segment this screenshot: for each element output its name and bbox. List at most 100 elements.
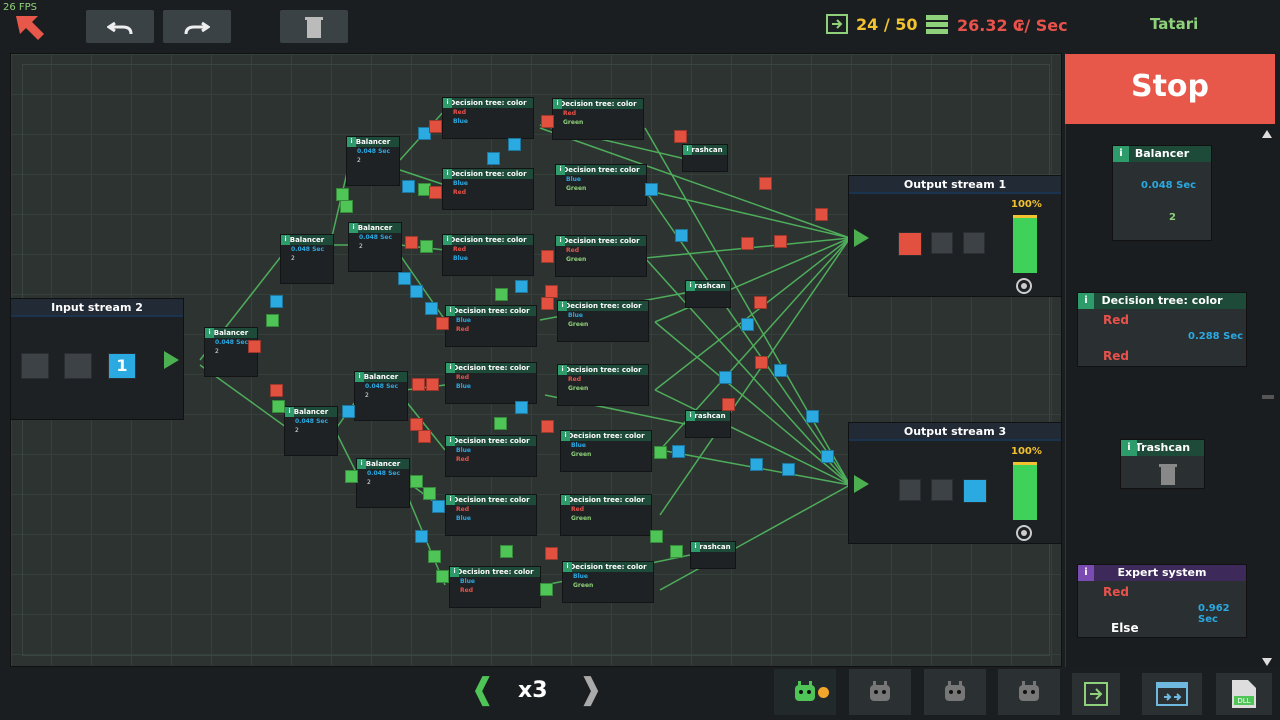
- output3-percent: 100%: [1011, 446, 1042, 457]
- speed-control: ❰ x3 ❱: [470, 672, 603, 712]
- data-cube: [412, 378, 425, 391]
- data-cube: [541, 297, 554, 310]
- data-cube: [675, 229, 688, 242]
- output1-play-icon[interactable]: [854, 229, 869, 247]
- speed-increase-button[interactable]: ❱: [578, 672, 603, 707]
- robot-tab-1[interactable]: [774, 669, 836, 715]
- palette-decision-tree[interactable]: i Decision tree: color Red 0.288 Sec Red: [1077, 292, 1247, 367]
- data-cube: [645, 183, 658, 196]
- balancer-title: Balancer: [213, 329, 249, 337]
- data-cube: [545, 547, 558, 560]
- decision-node[interactable]: i Decision tree: color Red Green: [560, 494, 652, 536]
- data-cube: [494, 417, 507, 430]
- output-stream-3-title: Output stream 3: [849, 423, 1061, 441]
- data-cube: [398, 272, 411, 285]
- trashcan-node[interactable]: i Trashcan: [685, 410, 731, 438]
- trashcan-node[interactable]: i Trashcan: [682, 144, 728, 172]
- data-cube: [432, 500, 445, 513]
- data-cube: [428, 550, 441, 563]
- data-cube: [508, 138, 521, 151]
- palette-balancer-speed: 0.048 Sec: [1141, 180, 1197, 191]
- speed-decrease-button[interactable]: ❰: [470, 672, 495, 707]
- decision-node[interactable]: i Decision tree: color Blue Green: [560, 430, 652, 472]
- dll-button[interactable]: DLL: [1216, 673, 1272, 715]
- output3-play-icon[interactable]: [854, 475, 869, 493]
- decision-node[interactable]: i Decision tree: color Red Green: [557, 364, 649, 406]
- input-slot-3: 1: [108, 353, 136, 379]
- decision-node[interactable]: i Decision tree: color Blue Green: [555, 164, 647, 206]
- data-cube: [750, 458, 763, 471]
- palette-trashcan[interactable]: i Trashcan: [1120, 439, 1205, 489]
- data-cube: [266, 314, 279, 327]
- data-cube: [755, 356, 768, 369]
- decision-node[interactable]: i Decision tree: color Blue Green: [562, 561, 654, 603]
- robot-icon: [870, 681, 890, 701]
- balancer-node[interactable]: i Balancer 0.048 Sec 2: [354, 371, 408, 421]
- robot-tab-2[interactable]: [849, 669, 911, 715]
- data-cube: [674, 130, 687, 143]
- data-cube: [541, 420, 554, 433]
- output-stream-1[interactable]: Output stream 1 100%: [848, 175, 1062, 297]
- decision-node[interactable]: i Decision tree: color Blue Green: [557, 300, 649, 342]
- palette-trashcan-title: Trashcan: [1134, 441, 1191, 454]
- data-cube: [402, 180, 415, 193]
- decision-node[interactable]: i Decision tree: color Blue Red: [442, 168, 534, 210]
- data-cube: [500, 545, 513, 558]
- decision-node[interactable]: i Decision tree: color Red Green: [555, 235, 647, 277]
- input-stream[interactable]: Input stream 2 1: [10, 298, 184, 420]
- data-cube: [345, 470, 358, 483]
- data-cube: [541, 115, 554, 128]
- data-cube: [487, 152, 500, 165]
- decision-node[interactable]: i Decision tree: color Red Blue: [445, 494, 537, 536]
- pipeline-icon: [1156, 682, 1188, 706]
- stop-button[interactable]: Stop: [1065, 54, 1275, 124]
- balancer-node[interactable]: i Balancer 0.048 Sec 2: [284, 406, 338, 456]
- balancer-node[interactable]: i Balancer 0.048 Sec 2: [346, 136, 400, 186]
- data-cube: [410, 475, 423, 488]
- decision-node[interactable]: i Decision tree: color Red Green: [552, 98, 644, 140]
- robot-tab-3[interactable]: [924, 669, 986, 715]
- robot-icon: [1019, 681, 1039, 701]
- decision-node[interactable]: i Decision tree: color Blue Red: [445, 305, 537, 347]
- palette-expert-opt1[interactable]: Red: [1103, 585, 1129, 599]
- data-cube: [340, 200, 353, 213]
- data-cube: [540, 583, 553, 596]
- palette-decision-opt2[interactable]: Red: [1103, 349, 1129, 363]
- data-cube: [248, 340, 261, 353]
- data-cube: [670, 545, 683, 558]
- decision-node[interactable]: i Decision tree: color Blue Red: [449, 566, 541, 608]
- pipeline-block-button[interactable]: [1142, 673, 1202, 715]
- trashcan-node[interactable]: i Trashcan: [690, 541, 736, 569]
- block-icon: [1084, 682, 1108, 706]
- data-cube: [270, 384, 283, 397]
- output-stream-3[interactable]: Output stream 3 100%: [848, 422, 1062, 544]
- data-cube: [495, 288, 508, 301]
- balancer-node[interactable]: i Balancer 0.048 Sec 2: [356, 458, 410, 508]
- data-cube: [405, 236, 418, 249]
- sidebar-scrollbar[interactable]: [1262, 130, 1274, 666]
- data-cube: [774, 364, 787, 377]
- trashcan-node[interactable]: i Trashcan: [685, 280, 731, 308]
- data-cube: [722, 398, 735, 411]
- data-cube: [436, 570, 449, 583]
- palette-expert-system[interactable]: i Expert system Red 0.962 Sec Else: [1077, 564, 1247, 638]
- decision-node[interactable]: i Decision tree: color Red Blue: [442, 97, 534, 139]
- output1-slot-1: [898, 232, 922, 256]
- palette-decision-opt1[interactable]: Red: [1103, 313, 1129, 327]
- input-play-icon[interactable]: [164, 351, 179, 369]
- decision-node[interactable]: i Decision tree: color Red Blue: [442, 234, 534, 276]
- decision-node[interactable]: i Decision tree: color Red Blue: [445, 362, 537, 404]
- data-cube: [436, 317, 449, 330]
- palette-expert-title: Expert system: [1117, 566, 1207, 579]
- data-cube: [654, 446, 667, 459]
- robot-icon: [945, 681, 965, 701]
- output1-slot-3: [963, 232, 985, 254]
- input-block-button[interactable]: [1072, 673, 1120, 715]
- robot-tab-4[interactable]: [998, 669, 1060, 715]
- balancer-node[interactable]: i Balancer 0.048 Sec 2: [280, 234, 334, 284]
- decision-node[interactable]: i Decision tree: color Blue Red: [445, 435, 537, 477]
- balancer-node[interactable]: i Balancer 0.048 Sec 2: [348, 222, 402, 272]
- data-cube: [418, 430, 431, 443]
- palette-balancer[interactable]: i Balancer 0.048 Sec 2: [1112, 145, 1212, 241]
- data-cube: [815, 208, 828, 221]
